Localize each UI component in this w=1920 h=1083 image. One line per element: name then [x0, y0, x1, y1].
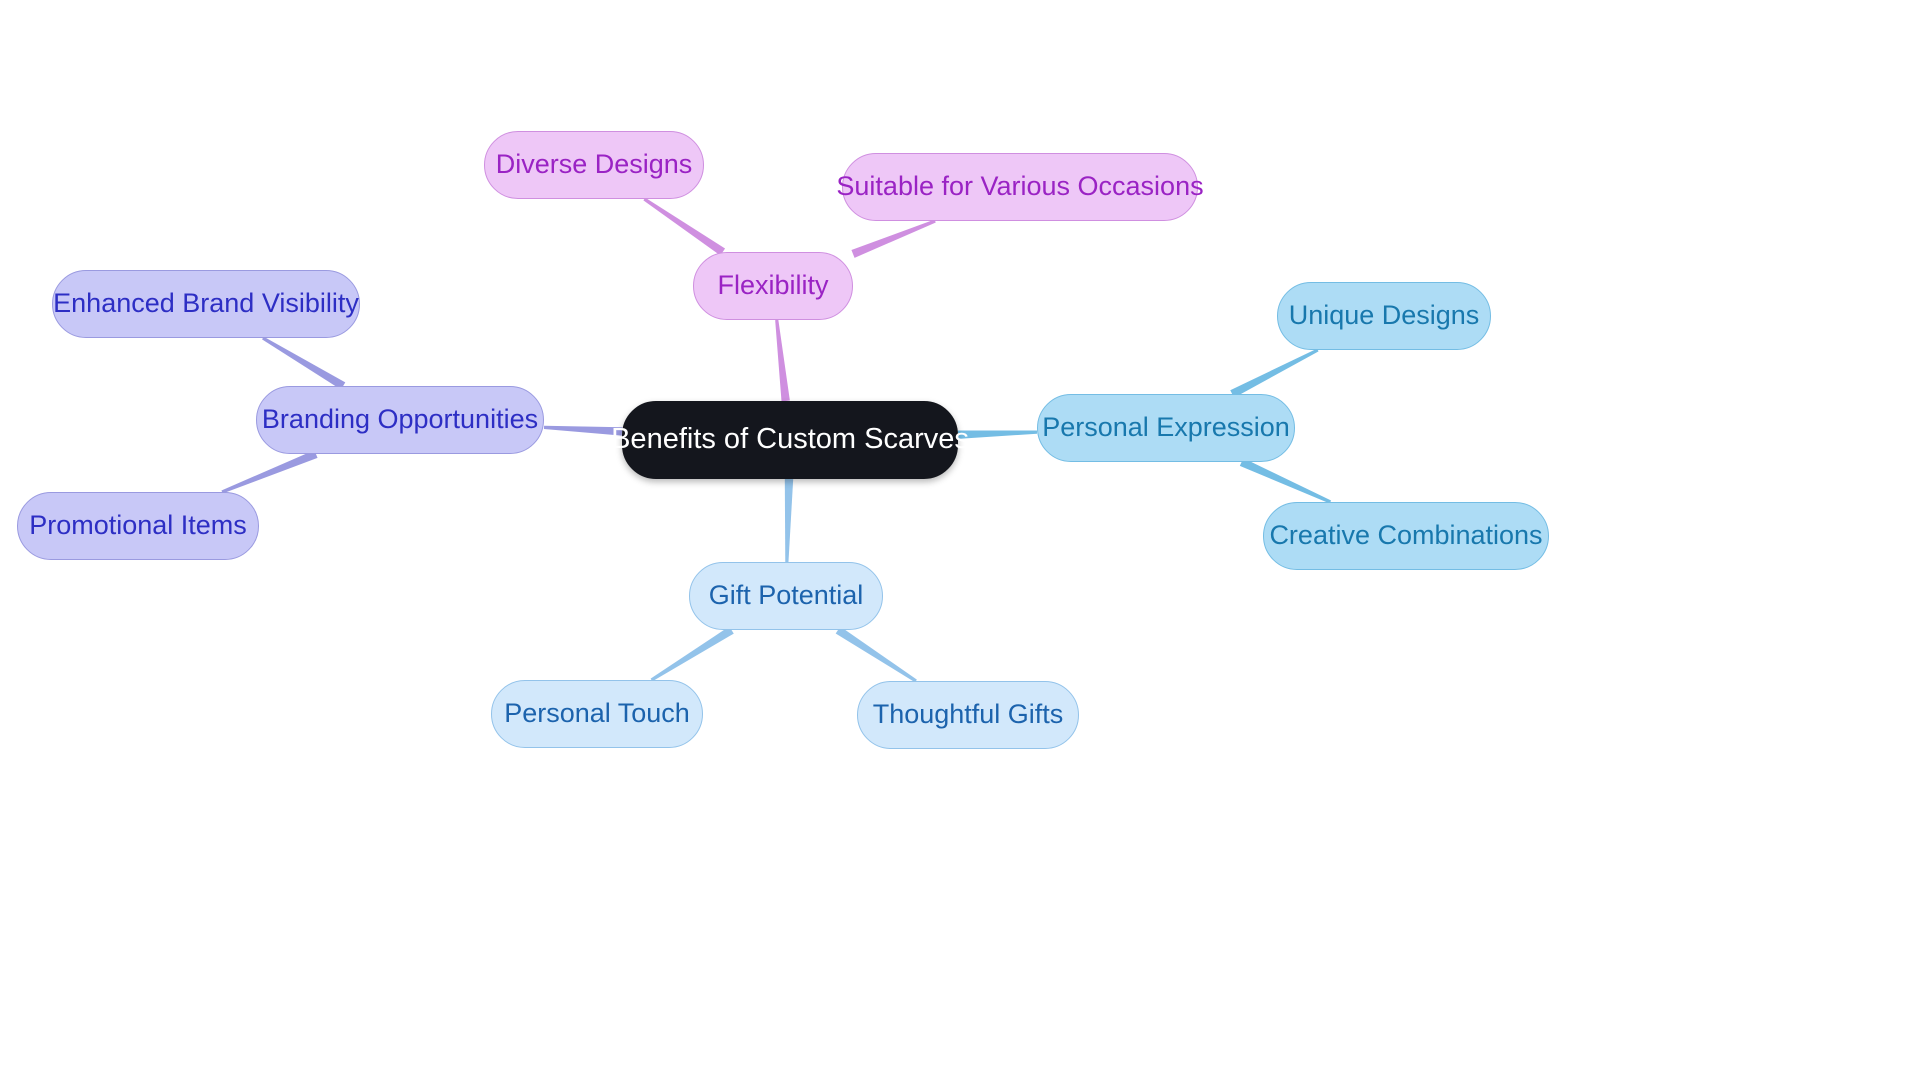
mindmap-edge: [784, 478, 794, 563]
mindmap-root-node[interactable]: Benefits of Custom Scarves: [611, 401, 969, 479]
mindmap-leaf-suitable-for-various-occasions[interactable]: Suitable for Various Occasions: [836, 153, 1204, 221]
mindmap-leaf-diverse-designs[interactable]: Diverse Designs: [484, 131, 704, 199]
mindmap-edge: [1239, 458, 1332, 504]
mindmap-leaf-promotional-items[interactable]: Promotional Items: [17, 492, 259, 560]
mindmap-leaf-personal-touch[interactable]: Personal Touch: [491, 680, 703, 748]
mindmap-leaf-unique-designs[interactable]: Unique Designs: [1277, 282, 1491, 350]
mindmap-edge: [221, 450, 318, 494]
mindmap-branch-branding-opportunities[interactable]: Branding Opportunities: [256, 386, 544, 454]
mindmap-branch-flexibility[interactable]: Flexibility: [693, 252, 853, 320]
mindmap-branch-personal-expression[interactable]: Personal Expression: [1037, 394, 1295, 462]
mindmap-edge: [262, 336, 346, 390]
mindmap-branch-gift-potential[interactable]: Gift Potential: [689, 562, 883, 630]
mindmap-edge: [650, 626, 734, 682]
mindmap-edge: [775, 319, 790, 402]
mindmap-edge: [957, 430, 1038, 439]
mindmap-canvas: Benefits of Custom Scarves Branding Oppo…: [0, 0, 1920, 1083]
mindmap-edge: [643, 197, 726, 256]
mindmap-leaf-thoughtful-gifts[interactable]: Thoughtful Gifts: [857, 681, 1079, 749]
mindmap-edge: [851, 219, 936, 258]
mindmap-leaf-creative-combinations[interactable]: Creative Combinations: [1263, 502, 1549, 570]
mindmap-edge: [1230, 348, 1319, 398]
mindmap-leaf-enhanced-brand-visibility[interactable]: Enhanced Brand Visibility: [52, 270, 360, 338]
mindmap-edge: [835, 626, 917, 683]
